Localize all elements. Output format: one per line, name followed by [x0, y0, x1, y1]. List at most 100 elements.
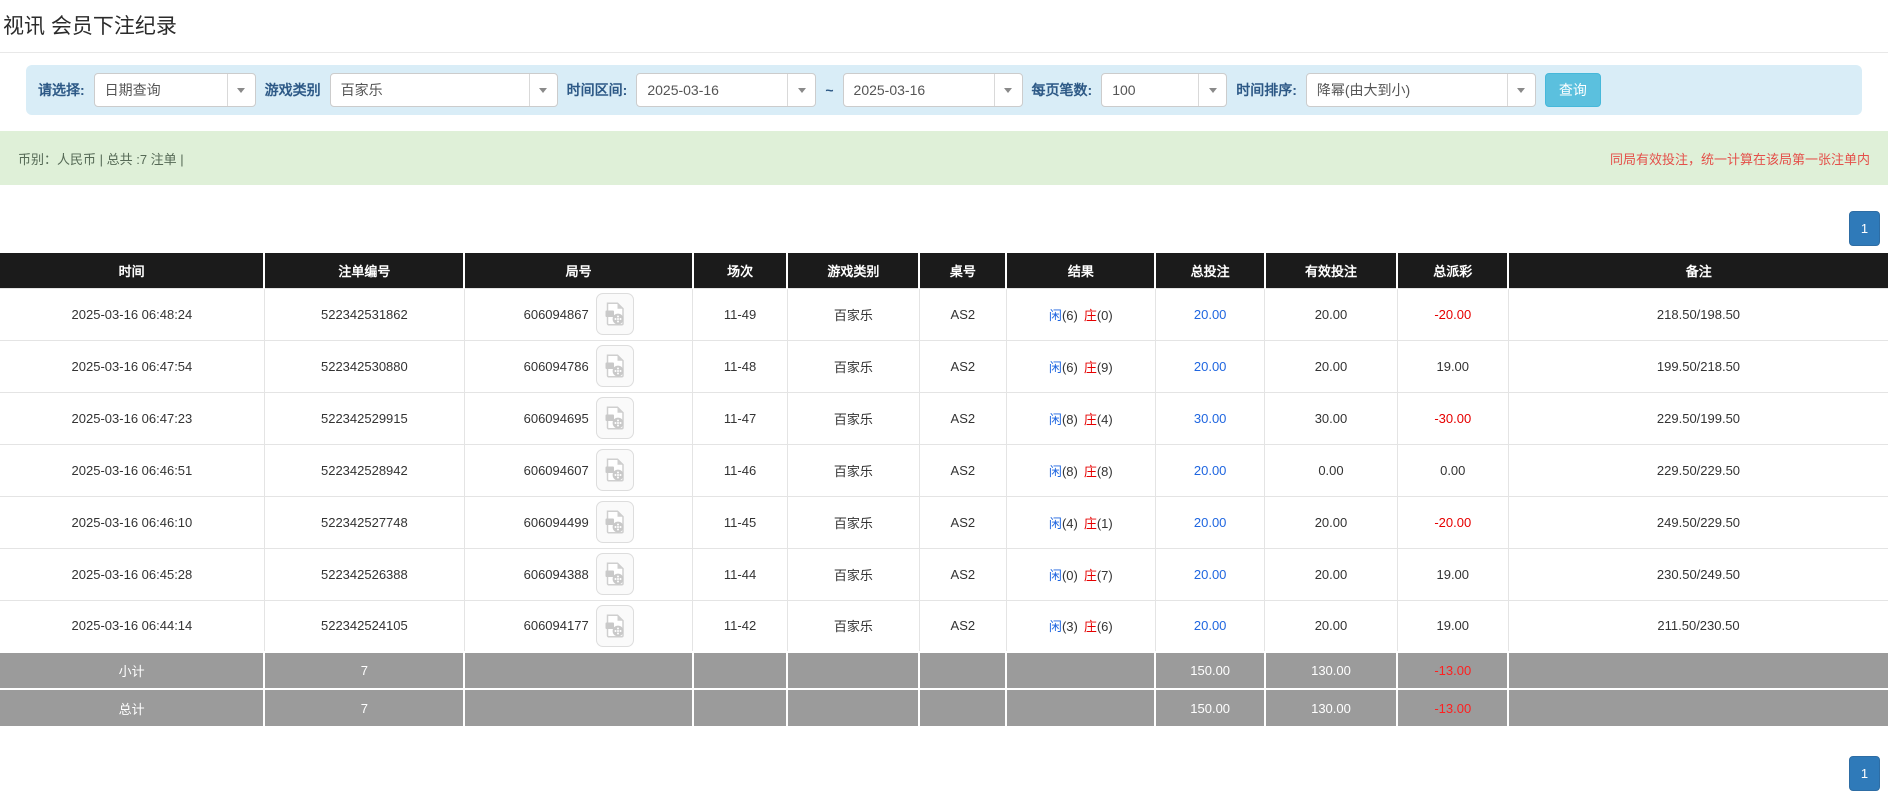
query-button[interactable]: 查询 — [1545, 73, 1601, 107]
cell-round: 606094867 — [464, 288, 692, 340]
video-replay-button[interactable] — [596, 397, 634, 439]
player-points: (0) — [1062, 568, 1078, 583]
cell-game: 百家乐 — [787, 288, 919, 340]
video-file-icon — [605, 406, 625, 430]
cell-total-bet-link[interactable]: 20.00 — [1155, 548, 1265, 600]
cell-result: 闲(6)庄(9) — [1006, 340, 1155, 392]
total-valid-bet: 130.00 — [1265, 689, 1397, 726]
table-row: 2025-03-16 06:47:54522342530880606094786… — [0, 340, 1888, 392]
subtotal-valid-bet: 130.00 — [1265, 652, 1397, 689]
cell-total-bet-link[interactable]: 20.00 — [1155, 288, 1265, 340]
per-page-value: 100 — [1102, 82, 1198, 98]
game-category-label: 游戏类别 — [265, 80, 321, 100]
banker-points: (0) — [1097, 308, 1113, 323]
header-round: 局号 — [464, 253, 692, 288]
total-row: 总计7150.00130.00-13.00 — [0, 689, 1888, 726]
cell-total-bet-link[interactable]: 20.00 — [1155, 444, 1265, 496]
video-replay-button[interactable] — [596, 449, 634, 491]
cell-result: 闲(8)庄(8) — [1006, 444, 1155, 496]
cell-valid-bet: 20.00 — [1265, 600, 1397, 652]
summary-info-bar: 币别：人民币 | 总共 :7 注单 | 同局有效投注，统一计算在该局第一张注单内 — [0, 131, 1888, 185]
pagination-bottom: 1 — [8, 756, 1880, 791]
page-1-button[interactable]: 1 — [1849, 211, 1880, 246]
total-total-bet: 150.00 — [1155, 689, 1265, 726]
cell-time: 2025-03-16 06:44:14 — [0, 600, 264, 652]
cell-remark: 218.50/198.50 — [1508, 288, 1888, 340]
banker-points: (8) — [1097, 464, 1113, 479]
subtotal-total-bet: 150.00 — [1155, 652, 1265, 689]
video-file-icon — [605, 458, 625, 482]
query-type-select[interactable]: 日期查询 — [94, 73, 256, 107]
player-result: 闲 — [1049, 308, 1062, 323]
cell-game: 百家乐 — [787, 600, 919, 652]
table-row: 2025-03-16 06:46:51522342528942606094607… — [0, 444, 1888, 496]
banker-result: 庄 — [1084, 568, 1097, 583]
table-header-row: 时间 注单编号 局号 场次 游戏类别 桌号 结果 总投注 有效投注 总派彩 备注 — [0, 253, 1888, 288]
round-number: 606094786 — [524, 359, 589, 374]
cell-table-no: AS2 — [919, 340, 1006, 392]
chevron-down-icon — [227, 74, 255, 106]
cell-payout: -20.00 — [1397, 288, 1508, 340]
cell-total-bet-link[interactable]: 30.00 — [1155, 392, 1265, 444]
subtotal-row: 小计7150.00130.00-13.00 — [0, 652, 1888, 689]
cell-result: 闲(0)庄(7) — [1006, 548, 1155, 600]
range-separator: ~ — [825, 82, 833, 98]
chevron-down-icon — [787, 74, 815, 106]
total-label: 总计 — [0, 689, 264, 726]
cell-payout: -30.00 — [1397, 392, 1508, 444]
cell-session: 11-47 — [693, 392, 787, 444]
banker-points: (4) — [1097, 412, 1113, 427]
round-number: 606094695 — [524, 411, 589, 426]
banker-result: 庄 — [1084, 308, 1097, 323]
cell-time: 2025-03-16 06:47:23 — [0, 392, 264, 444]
player-points: (6) — [1062, 308, 1078, 323]
video-replay-button[interactable] — [596, 553, 634, 595]
cell-bet-id: 522342531862 — [264, 288, 464, 340]
cell-bet-id: 522342524105 — [264, 600, 464, 652]
round-number: 606094388 — [524, 567, 589, 582]
date-to-value: 2025-03-16 — [844, 82, 994, 98]
cell-game: 百家乐 — [787, 340, 919, 392]
game-category-select[interactable]: 百家乐 — [330, 73, 558, 107]
cell-total-bet-link[interactable]: 20.00 — [1155, 496, 1265, 548]
cell-remark: 230.50/249.50 — [1508, 548, 1888, 600]
round-number: 606094867 — [524, 307, 589, 322]
cell-total-bet-link[interactable]: 20.00 — [1155, 600, 1265, 652]
player-result: 闲 — [1049, 568, 1062, 583]
sort-order-label: 时间排序: — [1236, 80, 1297, 100]
cell-round: 606094607 — [464, 444, 692, 496]
round-number: 606094177 — [524, 618, 589, 633]
cell-session: 11-48 — [693, 340, 787, 392]
valid-bet-notice: 同局有效投注，统一计算在该局第一张注单内 — [1610, 149, 1870, 168]
cell-payout: 19.00 — [1397, 548, 1508, 600]
video-replay-button[interactable] — [596, 293, 634, 335]
cell-total-bet-link[interactable]: 20.00 — [1155, 340, 1265, 392]
cell-remark: 229.50/229.50 — [1508, 444, 1888, 496]
table-row: 2025-03-16 06:48:24522342531862 606094867… — [0, 288, 1888, 340]
per-page-select[interactable]: 100 — [1101, 73, 1227, 107]
video-replay-button[interactable] — [596, 345, 634, 387]
subtotal-count: 7 — [264, 652, 464, 689]
cell-payout: 19.00 — [1397, 340, 1508, 392]
date-to-select[interactable]: 2025-03-16 — [843, 73, 1023, 107]
banker-result: 庄 — [1084, 360, 1097, 375]
date-from-select[interactable]: 2025-03-16 — [636, 73, 816, 107]
cell-time: 2025-03-16 06:48:24 — [0, 288, 264, 340]
subtotal-payout: -13.00 — [1397, 652, 1508, 689]
cell-payout: 19.00 — [1397, 600, 1508, 652]
video-replay-button[interactable] — [596, 501, 634, 543]
chevron-down-icon — [994, 74, 1022, 106]
banker-points: (6) — [1097, 619, 1113, 634]
cell-remark: 199.50/218.50 — [1508, 340, 1888, 392]
page-1-button[interactable]: 1 — [1849, 756, 1880, 791]
cell-game: 百家乐 — [787, 496, 919, 548]
header-payout: 总派彩 — [1397, 253, 1508, 288]
video-file-icon — [605, 302, 625, 326]
header-game: 游戏类别 — [787, 253, 919, 288]
cell-valid-bet: 20.00 — [1265, 548, 1397, 600]
video-file-icon — [605, 510, 625, 534]
sort-order-value: 降幂(由大到小) — [1307, 80, 1507, 100]
cell-round: 606094499 — [464, 496, 692, 548]
video-replay-button[interactable] — [596, 605, 634, 647]
sort-order-select[interactable]: 降幂(由大到小) — [1306, 73, 1536, 107]
